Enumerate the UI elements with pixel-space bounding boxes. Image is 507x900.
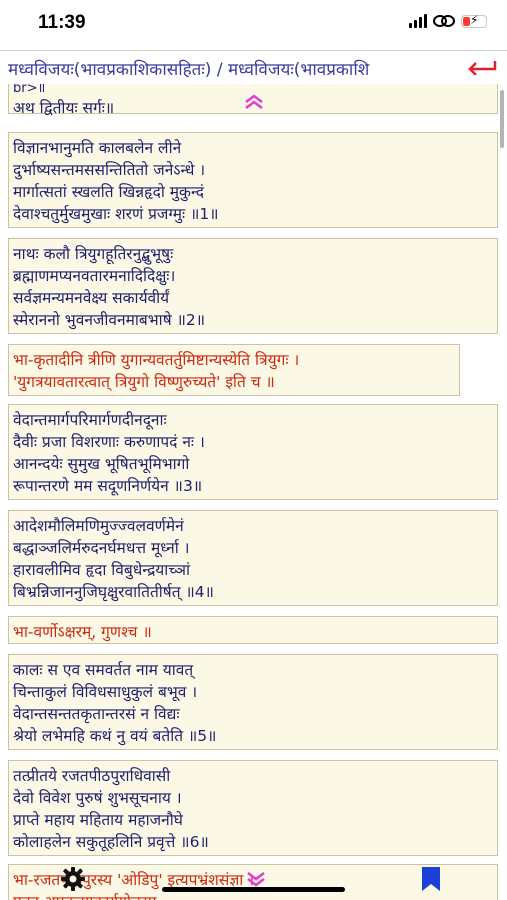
verse-card: वेदान्तमार्गपरिमार्गणदीनदूनाः दैवीः प्रज…: [8, 404, 498, 500]
verse-line: कालः स एव समवर्तत नाम यावत्: [13, 661, 194, 679]
verse-line: ब्रह्माणमप्यनवतारमनादिदिक्षुः।: [13, 267, 176, 285]
status-time: 11:39: [38, 12, 86, 33]
home-indicator: [162, 887, 345, 892]
scrollbar[interactable]: [500, 90, 504, 148]
verse-line: मार्गात्सतां स्खलति खिन्नहृदो मुकुन्दं: [13, 183, 204, 201]
verse-line: विज्ञानभानुमति कालबलेन लीने: [13, 139, 182, 157]
verse-line: नाथः कलौ त्रियुगहूतिरनुद्बुभूषुः: [13, 245, 174, 263]
verse-card: कालः स एव समवर्तत नाम यावत् चिन्ताकुलं व…: [8, 654, 498, 750]
link-icon: [433, 15, 455, 27]
verse-line: देवो विवेश पुरुषं शुभसूचनाय ।: [13, 789, 182, 807]
verse-card: तत्प्रीतये रजतपीठपुराधिवासी देवो विवेश प…: [8, 760, 498, 856]
title-bar: मध्वविजयः(भावप्रकाशिकासहितः) / मध्वविजयः…: [0, 50, 507, 85]
commentary-line: भा-कृतादीनि त्रीणि युगान्यवतर्तुमिष्टान्…: [13, 351, 300, 369]
bookmark-icon[interactable]: [420, 866, 442, 892]
verse-line: बिभ्रन्निजाननुजिघृक्षुरवातितीर्षत् ॥4॥: [13, 583, 214, 601]
verse-line: दुर्भाष्यसन्तमससन्तितितो जनेऽन्धे ।: [13, 161, 206, 179]
verse-line: आनन्दयेः सुमुख भूषितभूमिभागो: [13, 455, 190, 473]
bottom-toolbar: [0, 862, 507, 900]
commentary-line: 'युगत्रयावतारत्वात् त्रियुगो विष्णुरुच्य…: [13, 373, 275, 391]
verse-line: हारावलीमिव हृदा विबुधेन्द्रयाच्ञां: [13, 561, 190, 579]
chevron-up-icon[interactable]: [243, 94, 265, 110]
signal-icon: [409, 14, 427, 28]
verse-line: कोलाहलेन सकुतूहलिनि प्रवृत्ते ॥6॥: [13, 833, 209, 851]
verse-line: बद्धाञ्जलिर्मरुदनर्घमधत्त मूर्ध्ना ।: [13, 539, 190, 557]
verse-card: आदेशमौलिमणिमुज्ज्वलवर्णमेनं बद्धाञ्जलिर्…: [8, 510, 498, 606]
status-icons: ⚡: [409, 13, 487, 28]
gear-icon[interactable]: [60, 866, 86, 892]
commentary-card: भा-कृतादीनि त्रीणि युगान्यवतर्तुमिष्टान्…: [8, 344, 460, 396]
page-title: मध्वविजयः(भावप्रकाशिकासहितः) / मध्वविजयः…: [8, 60, 370, 80]
verse-line: सर्वज्ञमन्यमनवेक्ष्य सकार्यवीर्यं: [13, 289, 170, 307]
verse-line: वेदान्तसन्ततकृतान्तरसं न विद्यः: [13, 705, 180, 723]
verse-line: प्राप्ते महाय महिताय महाजनौघे: [13, 811, 183, 829]
verse-line: श्रेयो लभेमहि कथं नु वयं बतेति ॥5॥: [13, 727, 217, 745]
verse-line: वेदान्तमार्गपरिमार्गणदीनदूनाः: [13, 411, 167, 429]
chevron-down-icon[interactable]: [245, 870, 267, 888]
verse-card: विज्ञानभानुमति कालबलेन लीने दुर्भाष्यसन्…: [8, 132, 498, 228]
verse-line: रूपान्तरणे मम सदूणनिर्णयेन ॥3॥: [13, 477, 203, 495]
verse-line: स्मेराननो भुवनजीवनमाबभाषे ॥2॥: [13, 311, 206, 329]
commentary-card: भा-वर्णोऽक्षरम्, गुणश्च ॥: [8, 616, 498, 644]
verse-list[interactable]: br>॥ अथ द्वितीयः सर्गः॥ विज्ञानभानुमति क…: [0, 84, 507, 900]
verse-line: देवाश्चतुर्मुखमुखाः शरणं प्रजग्मुः ॥1॥: [13, 205, 219, 223]
verse-card: नाथः कलौ त्रियुगहूतिरनुद्बुभूषुः ब्रह्मा…: [8, 238, 498, 334]
commentary-line: भा-वर्णोऽक्षरम्, गुणश्च ॥: [13, 623, 152, 641]
battery-icon: ⚡: [461, 13, 487, 28]
verse-line: तत्प्रीतये रजतपीठपुराधिवासी: [13, 767, 171, 785]
back-arrow-icon[interactable]: [467, 59, 497, 75]
verse-line: दैवीः प्रजा विशरणाः करुणापदं नः ।: [13, 433, 205, 451]
verse-line: आदेशमौलिमणिमुज्ज्वलवर्णमेनं: [13, 517, 184, 535]
verse-line: चिन्ताकुलं विविधसाधुकुलं बभूव ।: [13, 683, 198, 701]
status-bar: 11:39 ⚡: [0, 0, 507, 50]
